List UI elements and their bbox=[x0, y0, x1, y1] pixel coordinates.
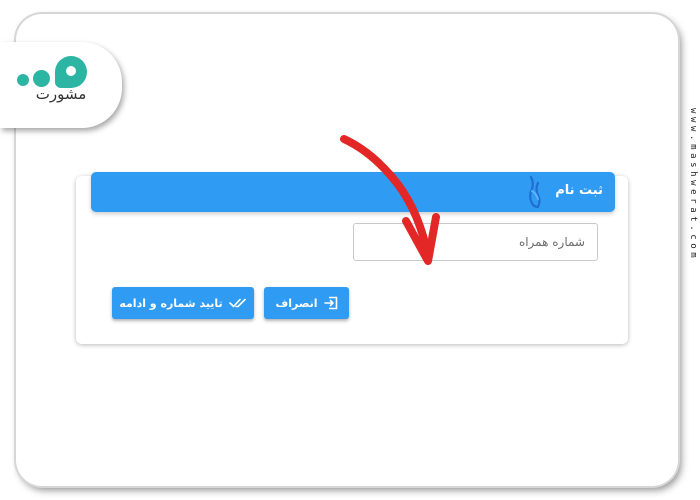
hand-pointer-icon bbox=[529, 175, 541, 209]
logo-bubble-hole bbox=[66, 66, 76, 76]
confirm-button-label: تایید شماره و ادامه bbox=[119, 296, 223, 310]
cancel-button-label: انصراف bbox=[275, 296, 318, 310]
red-arrow-icon bbox=[340, 135, 440, 265]
cancel-button[interactable]: انصراف bbox=[264, 287, 349, 319]
confirm-continue-button[interactable]: تایید شماره و ادامه bbox=[112, 287, 254, 319]
logo-text: مشورت bbox=[35, 85, 87, 103]
double-check-icon bbox=[228, 298, 246, 308]
logo-dot-large bbox=[55, 56, 87, 88]
card-title: ثبت نام bbox=[555, 183, 603, 198]
website-url: www.mashwerat.com bbox=[688, 108, 698, 262]
exit-icon bbox=[323, 296, 337, 310]
